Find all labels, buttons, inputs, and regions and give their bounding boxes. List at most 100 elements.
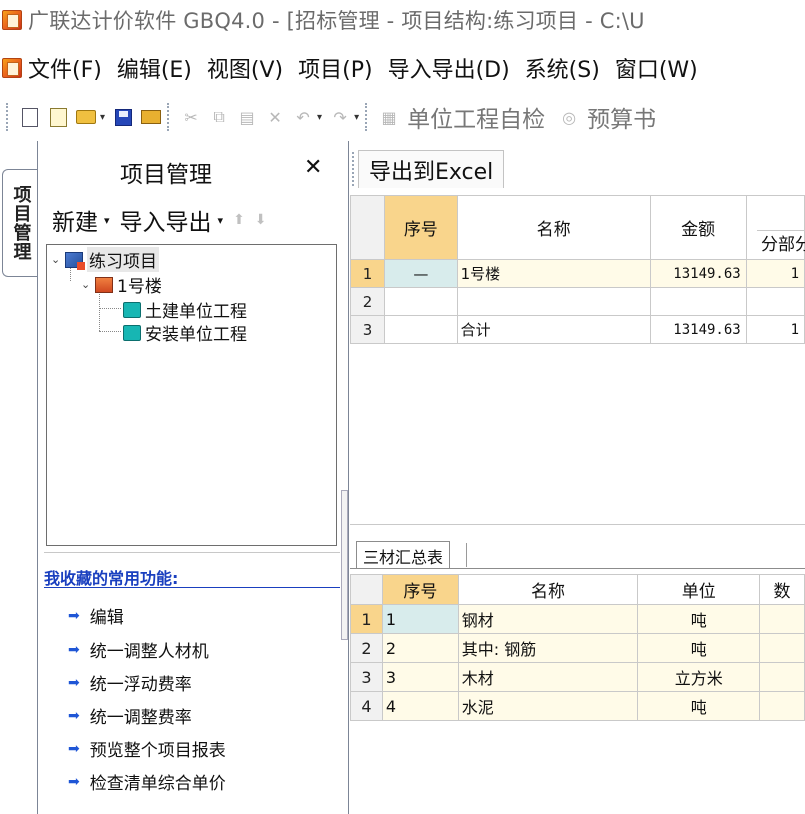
folder-icon[interactable]	[140, 106, 162, 128]
move-down-icon[interactable]: ⬇	[255, 212, 267, 228]
favorite-adjust-materials[interactable]: ➡ 统一调整人材机	[68, 637, 209, 663]
table-row[interactable]: 3 合计 13149.63 1	[349, 315, 805, 344]
new-file-icon[interactable]	[19, 106, 41, 128]
row-number[interactable]: 3	[350, 662, 383, 692]
column-header-name[interactable]: 名称	[456, 195, 651, 260]
menu-view[interactable]: 视图(V)	[207, 52, 283, 84]
cell-quantity[interactable]	[759, 691, 805, 721]
tab-materials-summary[interactable]: 三材汇总表	[356, 541, 451, 569]
table-row[interactable]: 1 1 钢材 吨	[350, 604, 805, 634]
row-number[interactable]: 2	[350, 633, 383, 663]
cell-amount[interactable]: 13149.63	[649, 259, 747, 288]
import-export-button[interactable]: 导入导出	[120, 203, 212, 237]
row-number[interactable]: 1	[350, 604, 383, 634]
move-up-icon[interactable]: ⬆	[233, 212, 245, 228]
table-row[interactable]: 4 4 水泥 吨	[350, 691, 805, 721]
project-tree[interactable]: ⌄ 练习项目 ⌄ 1号楼 土建单位工程 安装单位工程	[46, 244, 337, 546]
cell-seq[interactable]	[384, 287, 458, 316]
cell-amount[interactable]	[649, 287, 747, 316]
cell-partial[interactable]	[745, 287, 805, 316]
favorite-edit[interactable]: ➡ 编辑	[68, 603, 124, 629]
table-row[interactable]: 1 — 1号楼 13149.63 1	[349, 259, 805, 288]
new-button[interactable]: 新建	[52, 203, 98, 237]
new-note-icon[interactable]	[47, 106, 69, 128]
cell-seq[interactable]: —	[384, 259, 458, 288]
corner-cell[interactable]	[350, 574, 383, 605]
collapse-icon[interactable]: ⌄	[51, 253, 65, 266]
cell-quantity[interactable]	[759, 633, 805, 663]
tree-node-project[interactable]: ⌄ 练习项目	[51, 247, 159, 272]
table-row[interactable]: 2 2 其中: 钢筋 吨	[350, 633, 805, 663]
cell-name[interactable]	[456, 287, 651, 316]
cell-name[interactable]: 钢材	[457, 604, 639, 634]
close-icon[interactable]: ✕	[304, 155, 322, 180]
corner-cell[interactable]	[349, 195, 386, 260]
favorite-preview-reports[interactable]: ➡ 预览整个项目报表	[68, 736, 226, 762]
menu-project[interactable]: 项目(P)	[298, 52, 372, 84]
cell-name[interactable]: 木材	[457, 662, 639, 692]
redo-dropdown-icon[interactable]: ▾	[354, 112, 359, 123]
column-header-seq[interactable]: 序号	[384, 195, 458, 260]
table-row[interactable]: 3 3 木材 立方米	[350, 662, 805, 692]
cell-quantity[interactable]	[759, 604, 805, 634]
cell-seq[interactable]: 1	[381, 604, 459, 634]
budget-book-button[interactable]: 预算书	[587, 100, 656, 134]
cell-partial[interactable]: 1	[745, 259, 805, 288]
delete-icon[interactable]: ✕	[264, 106, 286, 128]
column-header-quantity[interactable]: 数	[759, 574, 805, 605]
open-dropdown-icon[interactable]: ▾	[100, 112, 105, 123]
export-to-excel-button[interactable]: 导出到Excel	[358, 150, 505, 188]
favorite-check-unit-price[interactable]: ➡ 检查清单综合单价	[68, 769, 226, 795]
column-subheader-partial[interactable]: 分部分	[757, 230, 805, 259]
cell-name[interactable]: 水泥	[457, 691, 639, 721]
budget-icon[interactable]: ◎	[558, 106, 580, 128]
row-number[interactable]: 2	[349, 287, 386, 316]
undo-icon[interactable]: ↶	[292, 106, 314, 128]
cell-seq[interactable]: 2	[381, 633, 459, 663]
cell-seq[interactable]	[384, 315, 458, 344]
favorite-float-rate[interactable]: ➡ 统一浮动费率	[68, 670, 192, 696]
copy-icon[interactable]: ⧉	[208, 106, 230, 128]
unit-self-check-button[interactable]: 单位工程自检	[407, 100, 545, 134]
cell-unit[interactable]: 吨	[637, 691, 761, 721]
table-row[interactable]: 2	[349, 287, 805, 316]
column-header-unit[interactable]: 单位	[637, 574, 761, 605]
open-folder-icon[interactable]	[75, 106, 97, 128]
toolbar-grip-3[interactable]	[365, 103, 369, 131]
tree-node-building[interactable]: ⌄ 1号楼	[81, 272, 162, 297]
redo-icon[interactable]: ↷	[329, 106, 351, 128]
cell-name[interactable]: 合计	[456, 315, 651, 344]
column-header-name[interactable]: 名称	[457, 574, 639, 605]
document-icon[interactable]	[2, 58, 22, 78]
tab-project-management[interactable]: 项目管理	[2, 169, 38, 277]
panel-splitter-handle[interactable]	[341, 490, 348, 640]
tree-node-unit-install[interactable]: 安装单位工程	[123, 320, 247, 345]
tree-node-unit-civil[interactable]: 土建单位工程	[123, 297, 247, 322]
tab-grip[interactable]	[352, 152, 355, 186]
undo-dropdown-icon[interactable]: ▾	[317, 112, 322, 123]
collapse-icon[interactable]: ⌄	[81, 278, 95, 291]
cell-seq[interactable]: 3	[381, 662, 459, 692]
cell-quantity[interactable]	[759, 662, 805, 692]
cell-amount[interactable]: 13149.63	[649, 315, 747, 344]
paste-icon[interactable]: ▤	[236, 106, 258, 128]
toolbar-grip-2[interactable]	[167, 103, 171, 131]
table-check-icon[interactable]: ▦	[378, 106, 400, 128]
favorite-adjust-rate[interactable]: ➡ 统一调整费率	[68, 703, 192, 729]
column-header-amount[interactable]: 金额	[649, 195, 747, 260]
cell-unit[interactable]: 立方米	[637, 662, 761, 692]
toolbar-grip[interactable]	[6, 103, 10, 131]
menu-window[interactable]: 窗口(W)	[615, 52, 698, 84]
cell-unit[interactable]: 吨	[637, 604, 761, 634]
column-header-seq[interactable]: 序号	[381, 574, 459, 605]
menu-file[interactable]: 文件(F)	[28, 52, 102, 84]
cell-name[interactable]: 1号楼	[456, 259, 651, 288]
cell-name[interactable]: 其中: 钢筋	[457, 633, 639, 663]
row-number[interactable]: 3	[349, 315, 386, 344]
menu-import-export[interactable]: 导入导出(D)	[388, 52, 510, 84]
save-icon[interactable]	[112, 106, 134, 128]
new-dropdown-icon[interactable]: ▾	[104, 214, 110, 227]
row-number[interactable]: 1	[349, 259, 386, 288]
cell-partial[interactable]: 1	[745, 315, 805, 344]
cell-unit[interactable]: 吨	[637, 633, 761, 663]
